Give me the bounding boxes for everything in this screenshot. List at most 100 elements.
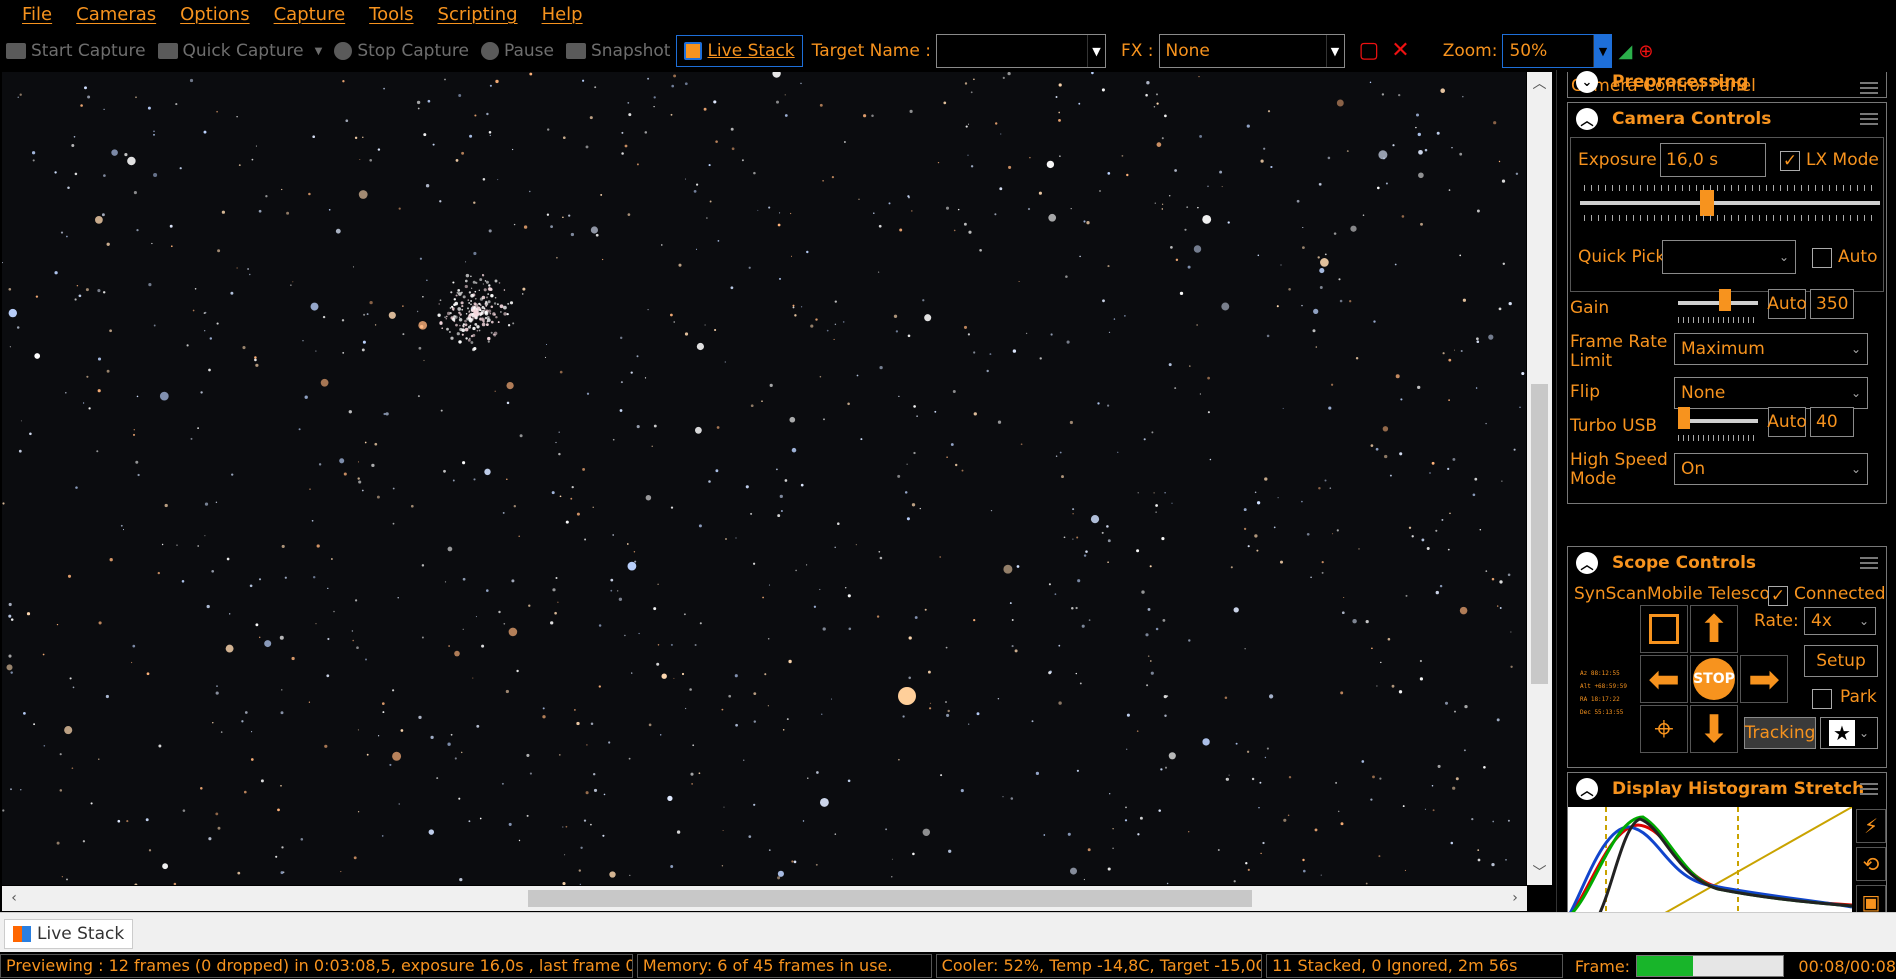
move-west-button[interactable]: ⬅ xyxy=(1640,655,1688,703)
gain-slider-thumb[interactable] xyxy=(1718,289,1731,311)
bright-star xyxy=(898,687,916,705)
scroll-left-icon[interactable]: ‹ xyxy=(2,886,26,911)
high-speed-dropdown[interactable]: On ⌄ xyxy=(1674,453,1868,485)
menu-tools[interactable]: Tools xyxy=(357,0,425,30)
auto-stretch-button[interactable]: ⚡ xyxy=(1856,809,1886,843)
chevron-down-icon[interactable]: ▼ xyxy=(1325,35,1344,67)
menu-capture[interactable]: Capture xyxy=(262,0,358,30)
start-capture-button[interactable]: Start Capture xyxy=(0,35,152,67)
scroll-down-icon[interactable]: ﹀ xyxy=(1527,861,1552,885)
star xyxy=(1199,393,1202,395)
histogram-chart[interactable] xyxy=(1568,807,1852,912)
menu-icon[interactable] xyxy=(1860,113,1878,125)
menu-cameras[interactable]: Cameras xyxy=(64,0,168,30)
menu-help[interactable]: Help xyxy=(530,0,595,30)
star xyxy=(452,479,455,482)
star xyxy=(69,677,72,680)
move-north-button[interactable]: ⬆ xyxy=(1690,605,1738,653)
rate-dropdown[interactable]: 4x ⌄ xyxy=(1804,607,1876,635)
chevron-down-icon[interactable]: ▼ xyxy=(315,46,323,57)
chevron-down-icon[interactable]: ⌄ xyxy=(1576,71,1598,93)
tracking-rate-dropdown[interactable]: ★ ⌄ xyxy=(1820,717,1878,749)
move-east-button[interactable]: ➡ xyxy=(1740,655,1788,703)
menu-options[interactable]: Options xyxy=(168,0,261,30)
target-name-dropdown[interactable]: ▼ xyxy=(935,34,1106,68)
star xyxy=(945,701,947,703)
setup-button[interactable]: Setup xyxy=(1804,645,1878,677)
menu-icon[interactable] xyxy=(1860,82,1878,94)
stop-slew-button[interactable]: STOP xyxy=(1690,655,1738,703)
star xyxy=(16,326,20,329)
zoom-fit-icon[interactable]: ⊕ xyxy=(1638,41,1653,62)
star xyxy=(277,808,280,812)
turbo-usb-slider-thumb[interactable] xyxy=(1678,407,1690,429)
star xyxy=(1398,93,1401,97)
stop-capture-button[interactable]: Stop Capture xyxy=(328,35,475,67)
tracking-button[interactable]: Tracking xyxy=(1744,717,1816,749)
quick-picks-auto-checkbox[interactable] xyxy=(1812,248,1832,268)
fx-dropdown[interactable]: None ▼ xyxy=(1158,34,1345,68)
chevron-up-icon[interactable]: ︿ xyxy=(1576,552,1598,574)
exposure-input[interactable]: 16,0 s xyxy=(1660,143,1766,177)
vertical-scrollbar[interactable]: ︿ ﹀ xyxy=(1527,72,1552,885)
star xyxy=(752,562,756,565)
star xyxy=(59,753,62,756)
crosshair-x-icon[interactable]: ✕ xyxy=(1385,40,1415,62)
horizontal-scrollbar[interactable]: ‹ › xyxy=(2,886,1527,911)
pause-button[interactable]: Pause xyxy=(475,35,560,67)
frame-rate-dropdown[interactable]: Maximum ⌄ xyxy=(1674,333,1868,365)
reset-stretch-button[interactable]: ⟲ xyxy=(1856,847,1886,881)
move-south-button[interactable]: ⬇ xyxy=(1690,705,1738,753)
menu-file[interactable]: File xyxy=(10,0,64,30)
star xyxy=(1076,536,1079,539)
exposure-slider-thumb[interactable] xyxy=(1700,190,1715,216)
turbo-usb-input[interactable]: 40 xyxy=(1810,407,1854,437)
status-memory: Memory: 6 of 45 frames in use. xyxy=(636,954,932,978)
gain-auto-button[interactable]: Auto xyxy=(1767,289,1807,319)
menu-icon[interactable] xyxy=(1860,557,1878,569)
live-stack-button[interactable]: Live Stack xyxy=(676,35,803,67)
scroll-right-icon[interactable]: › xyxy=(1503,886,1527,911)
star xyxy=(899,228,903,232)
cluster-star xyxy=(481,274,485,277)
cluster-star xyxy=(499,304,504,309)
turbo-usb-auto-button[interactable]: Auto xyxy=(1767,407,1807,437)
histogram-peak-icon[interactable]: ◢ xyxy=(1612,41,1638,62)
lx-mode-checkbox[interactable]: ✓ xyxy=(1780,151,1800,171)
chevron-down-icon[interactable]: ▼ xyxy=(1086,35,1105,67)
preprocessing-header[interactable]: ⌄ Preprocessing xyxy=(1568,70,1886,98)
menu-scripting[interactable]: Scripting xyxy=(426,0,530,30)
scope-controls-header[interactable]: ︿ Scope Controls xyxy=(1568,547,1886,579)
center-target-button[interactable]: ⌖ xyxy=(1640,705,1688,753)
image-viewport[interactable] xyxy=(2,72,1526,885)
snapshot-button[interactable]: Snapshot xyxy=(560,35,676,67)
frame-outline-icon[interactable]: ▢ xyxy=(1353,40,1386,62)
vertical-scroll-thumb[interactable] xyxy=(1531,384,1548,684)
star xyxy=(776,100,779,104)
turbo-usb-slider-track[interactable] xyxy=(1678,419,1758,423)
save-stretch-button[interactable]: ▣ xyxy=(1856,885,1886,912)
zoom-dropdown[interactable]: 50% ▼ xyxy=(1502,34,1613,68)
histogram-header[interactable]: ︿ Display Histogram Stretch xyxy=(1568,773,1886,805)
scroll-up-icon[interactable]: ︿ xyxy=(1527,72,1552,96)
connected-checkbox[interactable]: ✓ xyxy=(1768,586,1788,606)
gain-input[interactable]: 350 xyxy=(1810,289,1854,319)
chevron-up-icon[interactable]: ︿ xyxy=(1576,778,1598,800)
chevron-down-icon[interactable]: ▼ xyxy=(1593,35,1612,67)
tab-live-stack[interactable]: Live Stack xyxy=(4,919,134,949)
exposure-slider-track[interactable] xyxy=(1580,201,1880,205)
menu-icon[interactable] xyxy=(1860,783,1878,795)
quick-picks-dropdown[interactable]: ⌄ xyxy=(1662,240,1796,274)
cluster-star xyxy=(458,316,461,318)
preprocessing-group: ⌄ Preprocessing xyxy=(1567,70,1887,98)
star xyxy=(568,214,571,217)
quick-capture-button[interactable]: Quick Capture ▼ xyxy=(152,35,329,67)
goto-target-button[interactable] xyxy=(1640,605,1688,653)
park-checkbox[interactable] xyxy=(1812,689,1832,709)
star xyxy=(1072,513,1074,515)
flip-dropdown[interactable]: None ⌄ xyxy=(1674,377,1868,409)
horizontal-scroll-thumb[interactable] xyxy=(528,890,1252,907)
chevron-up-icon[interactable]: ︿ xyxy=(1576,108,1598,130)
camera-controls-header[interactable]: ︿ Camera Controls xyxy=(1568,103,1886,135)
star xyxy=(717,240,720,242)
